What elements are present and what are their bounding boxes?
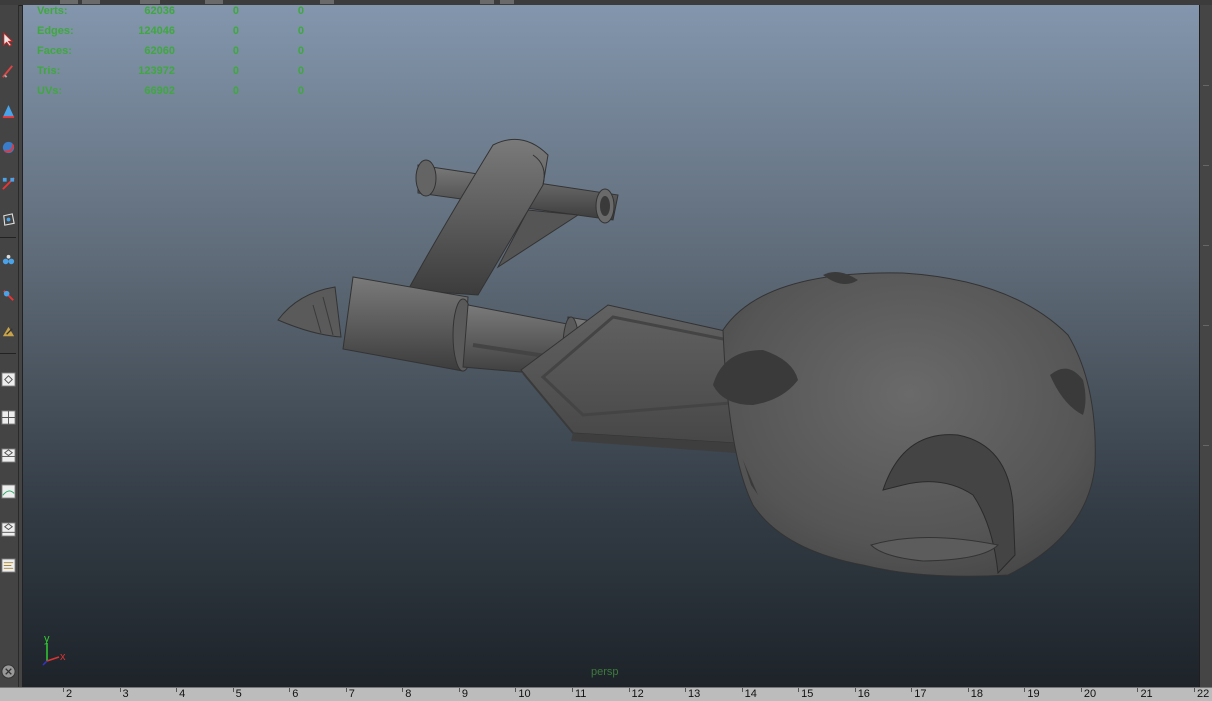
timeline-tick-label: 22 — [1197, 688, 1210, 700]
toolbar-button[interactable] — [480, 0, 494, 4]
graph-layout-icon[interactable] — [0, 477, 16, 505]
lasso-tool-icon[interactable] — [0, 57, 16, 85]
hypershade-layout-icon[interactable] — [0, 551, 16, 579]
render-icon[interactable] — [0, 657, 16, 685]
timeline-tick-label: 14 — [744, 688, 757, 700]
timeline-tick — [685, 688, 687, 692]
camera-name-label: persp — [591, 666, 619, 678]
toolbox — [0, 5, 19, 687]
timeline-tick — [741, 688, 743, 692]
two-pane-layout-icon[interactable] — [0, 441, 16, 469]
timeline-tick — [1080, 688, 1082, 692]
toolbar-button[interactable] — [500, 0, 514, 4]
timeline-tick-label: 12 — [631, 688, 644, 700]
model-disc — [713, 271, 1096, 577]
toolbar-button[interactable] — [320, 0, 334, 4]
toolbar-button[interactable] — [140, 0, 160, 4]
timeline-tick-label: 8 — [405, 688, 412, 700]
four-pane-layout-icon[interactable] — [0, 403, 16, 431]
timeline-tick-label: 11 — [574, 688, 587, 700]
timeline-tick-label: 20 — [1083, 688, 1097, 700]
select-tool-icon[interactable] — [0, 25, 16, 53]
timeline-tick — [967, 688, 969, 692]
timeline-tick-label: 16 — [857, 688, 870, 700]
last-tool-icon[interactable] — [0, 317, 16, 345]
timeline-tick — [515, 688, 517, 692]
timeline-tick — [1194, 688, 1195, 692]
timeline-tick — [854, 688, 856, 692]
timeline-tick-label: 9 — [461, 688, 468, 700]
timeline-tick-label: 7 — [348, 688, 355, 700]
time-slider[interactable]: 2 3 4 5 6 7 8 9 10 11 12 13 14 15 16 17 18 19 20 21 22 — [0, 687, 1212, 701]
scale-tool-icon[interactable] — [0, 169, 16, 197]
timeline-tick — [628, 688, 630, 692]
timeline-tick — [345, 688, 347, 692]
timeline-tick-label: 18 — [970, 688, 984, 700]
viewport-persp[interactable]: Verts: 62036 0 0 Edges: 124046 0 0 Faces… — [22, 5, 1200, 687]
manipulator-tool-icon[interactable] — [0, 205, 16, 233]
timeline-tick-label: 19 — [1027, 688, 1040, 700]
timeline-tick-label: 4 — [179, 688, 186, 700]
timeline-tick-label: 10 — [518, 688, 531, 700]
rotate-tool-icon[interactable] — [0, 133, 16, 161]
timeline-tick — [458, 688, 460, 692]
toolbar-button[interactable] — [82, 0, 100, 4]
timeline-tick-label: 3 — [122, 688, 129, 700]
toolbox-divider — [0, 237, 16, 238]
timeline-tick — [1024, 688, 1026, 692]
timeline-tick — [571, 688, 573, 692]
axis-label-y: y — [44, 633, 50, 645]
toolbar-button[interactable] — [60, 0, 78, 4]
timeline-tick-label: 13 — [688, 688, 701, 700]
timeline-tick — [63, 688, 64, 692]
toolbar-button[interactable] — [205, 0, 223, 4]
3d-model-render[interactable] — [23, 5, 1200, 687]
timeline-tick-label: 6 — [292, 688, 299, 700]
axis-indicator: y x — [42, 633, 66, 666]
timeline-tick — [289, 688, 291, 692]
outliner-layout-icon[interactable] — [0, 515, 16, 543]
timeline-tick — [119, 688, 121, 692]
show-manipulator-icon[interactable] — [0, 281, 16, 309]
timeline-tick — [1137, 688, 1139, 692]
soft-mod-icon[interactable] — [0, 245, 16, 273]
model-upper-arm — [407, 138, 619, 296]
timeline-tick-label: 21 — [1140, 688, 1153, 700]
timeline-tick — [176, 688, 178, 692]
timeline-tick-label: 15 — [801, 688, 814, 700]
timeline-tick-label: 17 — [914, 688, 927, 700]
timeline-tick — [232, 688, 234, 692]
right-panel-edge — [1199, 5, 1212, 687]
axis-label-x: x — [60, 651, 66, 663]
timeline-tick — [798, 688, 800, 692]
timeline-tick — [402, 688, 404, 692]
move-tool-icon[interactable] — [0, 97, 16, 125]
single-pane-layout-icon[interactable] — [0, 365, 16, 393]
timeline-tick-label: 5 — [235, 688, 242, 700]
timeline-tick — [911, 688, 913, 692]
toolbox-divider — [0, 353, 16, 354]
timeline-tick-label: 2 — [66, 688, 73, 700]
